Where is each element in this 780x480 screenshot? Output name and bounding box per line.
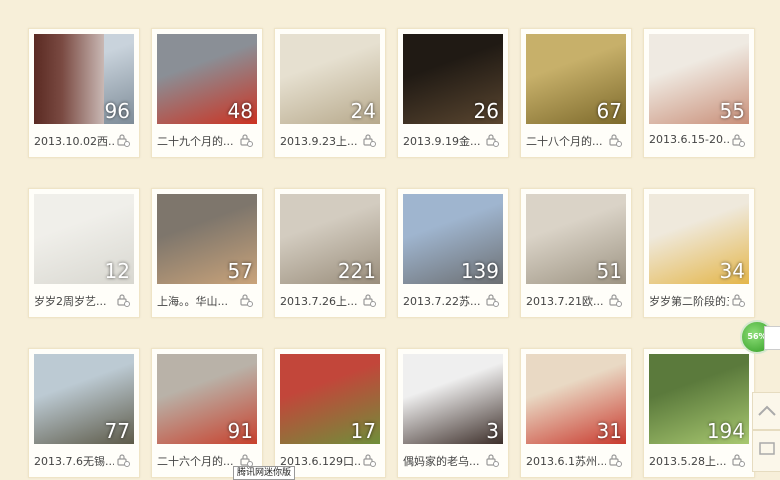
blur-overlay — [34, 34, 104, 124]
speed-ball-tab[interactable] — [764, 326, 780, 350]
privacy-settings-icon[interactable] — [608, 453, 622, 467]
privacy-settings-icon[interactable] — [239, 453, 253, 467]
album-card[interactable]: 57 上海。。华山... — [151, 188, 263, 318]
album-card[interactable]: 221 2013.7.26上... — [274, 188, 386, 318]
album-title[interactable]: 2013.7.26上... — [280, 293, 360, 309]
album-title[interactable]: 二十八个月的... — [526, 133, 606, 149]
privacy-settings-icon[interactable] — [362, 293, 376, 307]
album-title[interactable]: 2013.5.28上... — [649, 453, 729, 469]
photo-count: 67 — [596, 99, 622, 123]
photo-count: 3 — [486, 419, 499, 443]
photo-count: 26 — [473, 99, 499, 123]
album-thumbnail[interactable]: 139 — [403, 194, 503, 284]
album-card[interactable]: 194 2013.5.28上... — [643, 348, 755, 478]
album-thumbnail[interactable]: 12 — [34, 194, 134, 284]
photo-count: 12 — [104, 259, 130, 283]
album-thumbnail[interactable]: 67 — [526, 34, 626, 124]
album-title[interactable]: 上海。。华山... — [157, 293, 237, 309]
album-card[interactable]: 48 二十九个月的... — [151, 28, 263, 158]
privacy-settings-icon[interactable] — [608, 293, 622, 307]
album-title[interactable]: 2013.9.19金... — [403, 133, 483, 149]
album-thumbnail[interactable]: 57 — [157, 194, 257, 284]
album-card[interactable]: 77 2013.7.6无锡... — [28, 348, 140, 478]
photo-count: 24 — [350, 99, 376, 123]
privacy-settings-icon[interactable] — [116, 133, 130, 147]
privacy-settings-icon[interactable] — [116, 293, 130, 307]
album-title[interactable]: 二十九个月的... — [157, 133, 237, 149]
album-card[interactable]: 139 2013.7.22苏... — [397, 188, 509, 318]
privacy-settings-icon[interactable] — [239, 293, 253, 307]
album-title[interactable]: 2013.6.15-20... — [649, 133, 729, 146]
chevron-up-icon — [758, 405, 776, 416]
album-title[interactable]: 岁岁第二阶段的五... — [649, 293, 729, 309]
album-title[interactable]: 偶妈家的老乌... — [403, 453, 483, 469]
album-card[interactable]: 51 2013.7.21欧... — [520, 188, 632, 318]
album-thumbnail[interactable]: 55 — [649, 34, 749, 124]
photo-count: 48 — [227, 99, 253, 123]
album-card[interactable]: 26 2013.9.19金... — [397, 28, 509, 158]
back-to-top-button[interactable] — [752, 392, 780, 430]
privacy-settings-icon[interactable] — [608, 133, 622, 147]
album-card[interactable]: 3 偶妈家的老乌... — [397, 348, 509, 478]
album-title[interactable]: 2013.10.02西... — [34, 133, 114, 149]
photo-count: 77 — [104, 419, 130, 443]
fullscreen-button[interactable] — [752, 430, 780, 472]
album-title[interactable]: 2013.7.22苏... — [403, 293, 483, 309]
photo-count: 194 — [706, 419, 745, 443]
album-title[interactable]: 2013.7.21欧... — [526, 293, 606, 309]
photo-count: 139 — [460, 259, 499, 283]
album-thumbnail[interactable]: 96 — [34, 34, 134, 124]
album-thumbnail[interactable]: 221 — [280, 194, 380, 284]
photo-count: 221 — [337, 259, 376, 283]
photo-count: 31 — [596, 419, 622, 443]
photo-count: 51 — [596, 259, 622, 283]
album-thumbnail[interactable]: 24 — [280, 34, 380, 124]
album-thumbnail[interactable]: 26 — [403, 34, 503, 124]
privacy-settings-icon[interactable] — [362, 453, 376, 467]
photo-count: 55 — [719, 99, 745, 123]
photo-count: 17 — [350, 419, 376, 443]
tooltip: 腾讯网迷你版 — [233, 466, 296, 480]
album-title[interactable]: 2013.7.6无锡... — [34, 453, 114, 469]
window-icon — [759, 442, 775, 455]
album-grid: 96 2013.10.02西... 48 二十九个月的... 24 2013.9.23上.… — [0, 0, 780, 478]
album-card[interactable]: 55 2013.6.15-20... — [643, 28, 755, 158]
privacy-settings-icon[interactable] — [731, 133, 745, 147]
album-card[interactable]: 67 二十八个月的... — [520, 28, 632, 158]
privacy-settings-icon[interactable] — [116, 453, 130, 467]
album-card[interactable]: 24 2013.9.23上... — [274, 28, 386, 158]
album-thumbnail[interactable]: 3 — [403, 354, 503, 444]
album-thumbnail[interactable]: 31 — [526, 354, 626, 444]
album-title[interactable]: 2013.6.1苏州... — [526, 453, 606, 469]
privacy-settings-icon[interactable] — [239, 133, 253, 147]
album-card[interactable]: 31 2013.6.1苏州... — [520, 348, 632, 478]
album-card[interactable]: 91 二十六个月的... — [151, 348, 263, 478]
photo-count: 57 — [227, 259, 253, 283]
photo-count: 96 — [104, 99, 130, 123]
album-card[interactable]: 17 2013.6.129口... — [274, 348, 386, 478]
privacy-settings-icon[interactable] — [485, 133, 499, 147]
album-thumbnail[interactable]: 194 — [649, 354, 749, 444]
album-thumbnail[interactable]: 91 — [157, 354, 257, 444]
album-title[interactable]: 岁岁2周岁艺... — [34, 293, 114, 309]
album-title[interactable]: 2013.9.23上... — [280, 133, 360, 149]
photo-count: 34 — [719, 259, 745, 283]
privacy-settings-icon[interactable] — [731, 293, 745, 307]
album-thumbnail[interactable]: 17 — [280, 354, 380, 444]
album-card[interactable]: 34 岁岁第二阶段的五... — [643, 188, 755, 318]
privacy-settings-icon[interactable] — [485, 293, 499, 307]
album-thumbnail[interactable]: 34 — [649, 194, 749, 284]
album-title[interactable]: 二十六个月的... — [157, 453, 237, 469]
album-thumbnail[interactable]: 51 — [526, 194, 626, 284]
privacy-settings-icon[interactable] — [731, 453, 745, 467]
privacy-settings-icon[interactable] — [362, 133, 376, 147]
album-card[interactable]: 12 岁岁2周岁艺... — [28, 188, 140, 318]
album-thumbnail[interactable]: 48 — [157, 34, 257, 124]
photo-count: 91 — [227, 419, 253, 443]
album-thumbnail[interactable]: 77 — [34, 354, 134, 444]
privacy-settings-icon[interactable] — [485, 453, 499, 467]
album-card[interactable]: 96 2013.10.02西... — [28, 28, 140, 158]
